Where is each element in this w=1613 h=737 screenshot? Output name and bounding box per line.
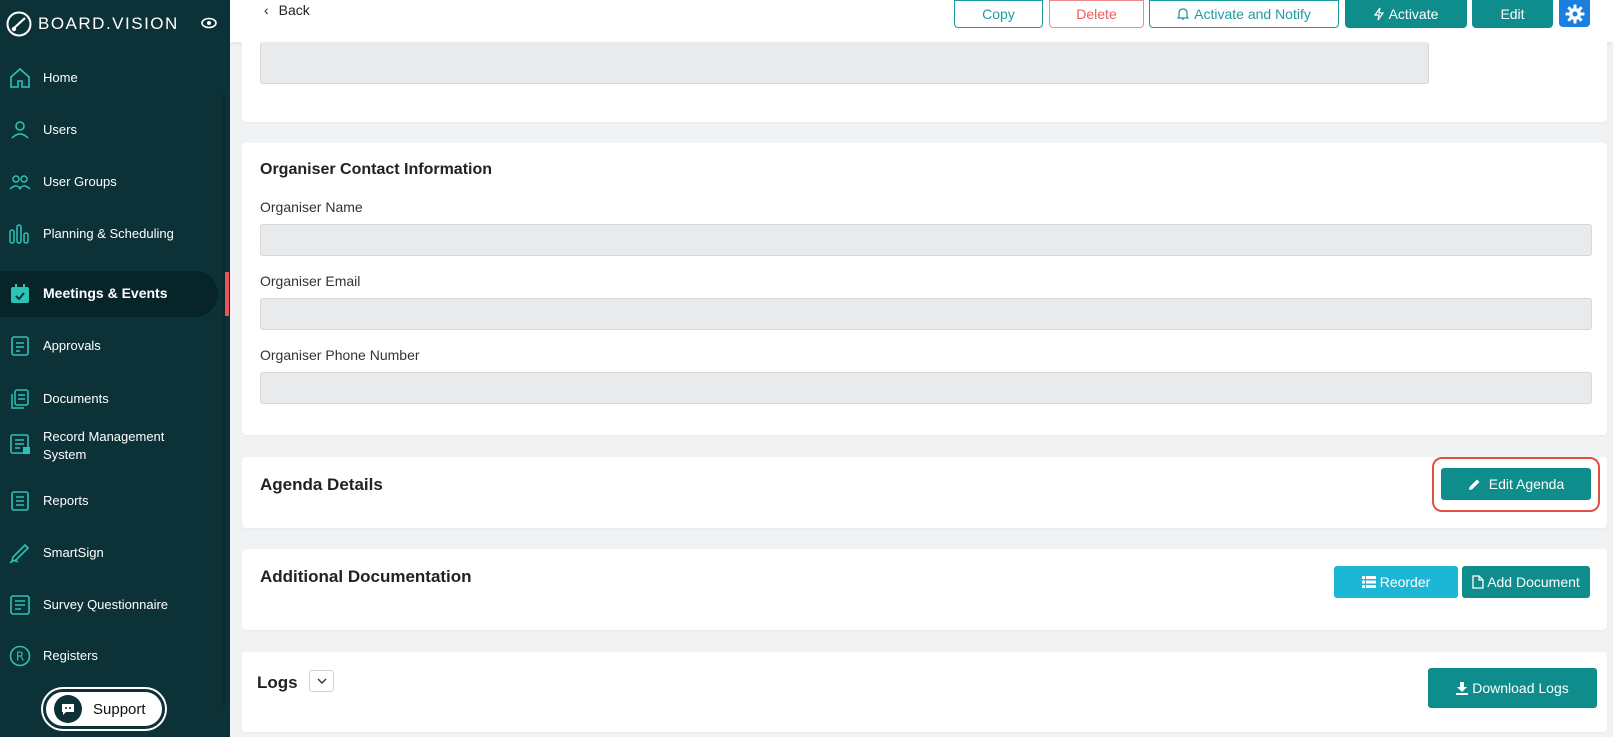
sidebar-item-label: Approvals [43, 338, 101, 353]
sidebar-item-approvals[interactable]: Approvals [0, 332, 218, 360]
approval-doc-icon [11, 336, 29, 356]
documents-icon [11, 389, 29, 409]
back-label: Back [278, 2, 310, 18]
chevron-down-icon [317, 678, 326, 684]
survey-icon [10, 595, 30, 615]
sidebar-item-reports[interactable]: Reports [0, 487, 218, 515]
gear-icon [1565, 4, 1584, 23]
sidebar-item-label: Documents [43, 391, 109, 406]
edit-label: Edit [1500, 6, 1525, 22]
activate-and-notify-button[interactable]: Activate and Notify [1149, 0, 1339, 28]
sidebar-item-label: Home [43, 70, 78, 85]
sidebar-item-label: Registers [43, 648, 98, 663]
settings-button[interactable] [1559, 0, 1590, 27]
sidebar-item-meetings-events[interactable]: Meetings & Events [0, 271, 218, 317]
organiser-phone-label: Organiser Phone Number [260, 347, 420, 363]
sidebar-item-record-management[interactable]: Record Management System [0, 426, 218, 468]
file-icon [1472, 575, 1484, 589]
text-area-field[interactable] [260, 42, 1429, 84]
home-icon [10, 67, 30, 88]
organiser-contact-card: Organiser Contact Information Organiser … [242, 143, 1607, 435]
delete-label: Delete [1076, 6, 1117, 22]
list-icon [1361, 576, 1376, 588]
add-document-button[interactable]: Add Document [1462, 566, 1590, 598]
sidebar-item-documents[interactable]: Documents [0, 385, 218, 413]
sidebar-item-label: Reports [43, 493, 89, 508]
sidebar-item-user-groups[interactable]: User Groups [0, 168, 218, 196]
pencil-icon [1468, 479, 1480, 490]
brand-name: BOARD.VISION [38, 14, 179, 33]
additional-documentation-card: Additional Documentation Reorder Add Doc… [242, 549, 1607, 630]
organiser-email-field[interactable] [260, 298, 1592, 330]
organiser-phone-field[interactable] [260, 372, 1592, 404]
organiser-name-label: Organiser Name [260, 199, 363, 215]
reorder-button[interactable]: Reorder [1334, 566, 1458, 598]
sidebar-item-planning-scheduling[interactable]: Planning & Scheduling [0, 220, 218, 248]
organiser-section-title: Organiser Contact Information [260, 161, 493, 178]
sidebar-item-label: Planning & Scheduling [43, 226, 174, 241]
chevron-left-icon: ‹ [264, 2, 269, 18]
edit-agenda-label: Edit Agenda [1488, 476, 1565, 492]
sidebar-scrollbar[interactable] [222, 95, 225, 705]
support-button[interactable]: Support [43, 689, 165, 729]
agenda-section-title: Agenda Details [260, 475, 383, 494]
copy-label: Copy [982, 6, 1015, 22]
report-list-icon [11, 491, 29, 511]
additional-docs-title: Additional Documentation [260, 567, 472, 586]
bolt-icon [1373, 7, 1384, 21]
activate-button[interactable]: Activate [1345, 0, 1467, 28]
sidebar-item-label: User Groups [43, 174, 117, 189]
sidebar-item-smartsign[interactable]: SmartSign [0, 539, 218, 567]
copy-button[interactable]: Copy [954, 0, 1043, 28]
logs-toggle[interactable] [309, 670, 334, 692]
active-indicator [225, 272, 229, 316]
logs-title: Logs [257, 673, 298, 692]
edit-agenda-button[interactable]: Edit Agenda [1441, 468, 1591, 500]
edit-button[interactable]: Edit [1472, 0, 1553, 28]
download-icon [1456, 681, 1469, 695]
chat-icon [54, 695, 82, 723]
sidebar-item-survey-questionnaire[interactable]: Survey Questionnaire [0, 591, 218, 619]
activate-label: Activate [1388, 6, 1439, 22]
record-icon [10, 434, 30, 454]
sidebar-item-label: SmartSign [43, 545, 104, 560]
download-logs-button[interactable]: Download Logs [1428, 668, 1597, 708]
brand-logo[interactable]: BOARD.VISION [6, 10, 179, 38]
add-document-label: Add Document [1487, 574, 1580, 590]
sidebar-item-label: Meetings & Events [43, 285, 168, 301]
support-label: Support [93, 700, 146, 718]
organiser-name-field[interactable] [260, 224, 1592, 256]
svg-text:R: R [16, 650, 24, 664]
back-link[interactable]: ‹ Back [264, 2, 310, 18]
sidebar-item-label: Survey Questionnaire [43, 597, 169, 612]
sidebar-item-home[interactable]: Home [0, 64, 218, 92]
previous-section-card [242, 42, 1607, 122]
download-logs-label: Download Logs [1472, 680, 1569, 696]
logo-icon [6, 11, 32, 37]
activate-and-notify-label: Activate and Notify [1194, 6, 1311, 22]
sidebar: BOARD.VISION Home Users User Groups Plan… [0, 0, 230, 737]
reorder-label: Reorder [1379, 574, 1431, 590]
organiser-email-label: Organiser Email [260, 273, 361, 289]
pen-icon [9, 543, 30, 564]
calendar-check-icon [11, 284, 29, 303]
registered-icon: R [9, 645, 31, 667]
logs-card: Logs Download Logs [242, 652, 1607, 732]
sidebar-toggle-icon[interactable] [201, 17, 217, 29]
sidebar-item-registers[interactable]: R Registers [0, 642, 218, 670]
delete-button[interactable]: Delete [1049, 0, 1144, 28]
sidebar-item-label: Users [43, 122, 77, 137]
bell-icon [1177, 8, 1190, 20]
user-icon [11, 121, 29, 139]
agenda-details-card: Agenda Details Edit Agenda [242, 457, 1607, 528]
user-group-icon [9, 175, 31, 190]
sidebar-item-users[interactable]: Users [0, 116, 218, 144]
bar-chart-icon [9, 224, 29, 244]
sidebar-item-label: Record Management System [43, 429, 165, 462]
